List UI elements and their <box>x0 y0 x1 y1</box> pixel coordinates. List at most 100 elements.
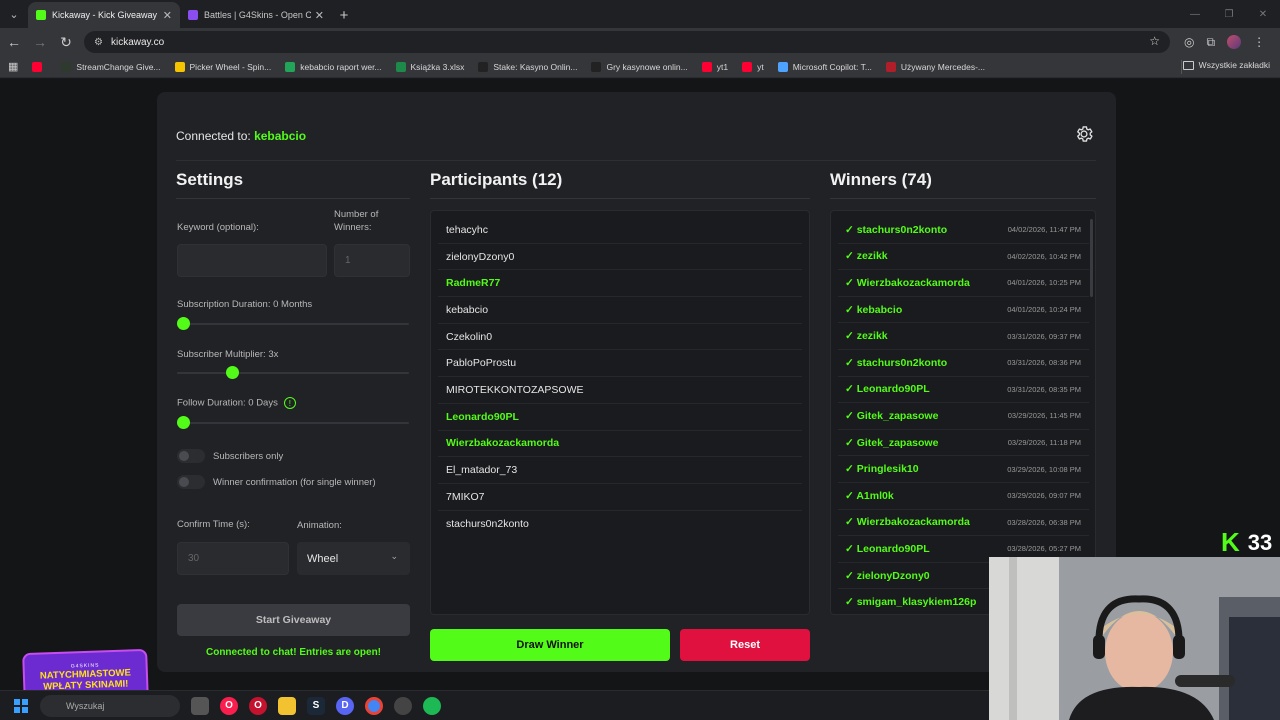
participant-row: Czekolin0 <box>438 324 802 351</box>
winner-row: ✓ zezikk 04/02/2026, 10:42 PM <box>838 244 1089 271</box>
bookmark-star-icon[interactable]: ☆ <box>1149 34 1160 48</box>
reset-button[interactable]: Reset <box>680 629 810 661</box>
winner-date: 03/28/2026, 06:38 PM <box>1007 517 1081 527</box>
bookmark-item[interactable]: StreamChange Give... <box>61 61 161 72</box>
taskbar-search[interactable]: Wyszukaj <box>40 694 180 717</box>
bookmark-item[interactable] <box>32 61 47 72</box>
subscribers-only-toggle[interactable] <box>177 449 205 463</box>
slider-thumb[interactable] <box>226 366 239 379</box>
participant-row: zielonyDzony0 <box>438 244 802 271</box>
chrome-icon[interactable] <box>365 696 383 715</box>
bookmark-label: StreamChange Give... <box>76 61 161 72</box>
spotify-icon[interactable] <box>423 696 441 715</box>
winner-date: 04/02/2026, 11:47 PM <box>1007 225 1081 235</box>
extensions-puzzle-icon[interactable]: ⧉ <box>1206 35 1215 50</box>
bookmark-favicon-icon <box>174 61 185 72</box>
bookmark-item[interactable]: Gry kasynowe onlin... <box>591 61 688 72</box>
participant-row: El_matador_73 <box>438 457 802 484</box>
opera-icon[interactable]: O <box>249 696 267 715</box>
tab-g4skins[interactable]: Battles | G4Skins - Open CS:GO ✕ <box>180 2 332 28</box>
winner-row: ✓ Leonardo90PL 03/31/2026, 08:35 PM <box>838 377 1089 404</box>
excel-icon <box>395 61 406 72</box>
opera-gx-icon[interactable]: O <box>220 696 238 715</box>
winner-name: ✓ zielonyDzony0 <box>845 569 930 582</box>
participant-row: stachurs0n2konto <box>446 517 529 530</box>
task-view-icon[interactable] <box>191 696 209 715</box>
winners-scrollbar[interactable] <box>1090 219 1093 297</box>
keyword-input[interactable] <box>177 244 327 277</box>
subscription-duration-slider[interactable] <box>177 317 409 330</box>
slider-thumb[interactable] <box>177 317 190 330</box>
number-of-winners-input[interactable]: 1 <box>334 244 410 277</box>
tab-title: Kickaway - Kick Giveaway Tool <box>52 10 159 20</box>
discord-icon[interactable]: D <box>336 696 354 715</box>
giveaway-card: Connected to: kebabcio Settings Keyword … <box>157 92 1116 672</box>
minimize-icon[interactable]: — <box>1178 0 1212 28</box>
forward-icon[interactable]: → <box>28 30 52 54</box>
webcam-feed <box>989 557 1280 720</box>
browser-menu-icon[interactable]: ⋮ <box>1253 35 1265 49</box>
tab-close-icon[interactable]: ✕ <box>315 9 324 22</box>
bookmark-favicon-icon <box>885 61 896 72</box>
draw-winner-button[interactable]: Draw Winner <box>430 629 670 661</box>
file-explorer-icon[interactable] <box>278 696 296 715</box>
winner-date: 03/29/2026, 10:08 PM <box>1007 464 1081 474</box>
bookmark-item[interactable]: yt <box>742 61 764 72</box>
maximize-icon[interactable]: ❐ <box>1212 0 1246 28</box>
winner-row: ✓ Wierzbakozackamorda 03/28/2026, 06:38 P… <box>838 510 1089 537</box>
number-of-winners-label: Number of Winners: <box>334 209 379 233</box>
viewer-count: 33 <box>1247 529 1273 555</box>
follow-duration-slider[interactable] <box>177 416 409 429</box>
bookmark-item[interactable]: yt1 <box>701 61 728 72</box>
reload-icon[interactable]: ↻ <box>54 30 78 54</box>
window-controls: — ❐ ✕ <box>1178 0 1280 28</box>
tab-search-icon[interactable]: ⌄ <box>0 0 28 28</box>
bookmark-label: Używany Mercedes-... <box>900 61 986 72</box>
winner-name: ✓ Leonardo90PL <box>845 542 930 555</box>
bookmark-item[interactable]: Książka 3.xlsx <box>395 61 464 72</box>
steam-icon[interactable]: S <box>307 696 325 715</box>
all-bookmarks[interactable]: Wszystkie zakładki <box>1182 60 1270 70</box>
bookmark-item[interactable]: Microsoft Copilot: T... <box>777 61 872 72</box>
address-bar[interactable]: ⚙ kickaway.co ☆ <box>84 31 1170 53</box>
winner-date: 03/28/2026, 05:27 PM <box>1007 544 1081 554</box>
profile-avatar[interactable] <box>1227 35 1242 49</box>
follow-duration-text: Follow Duration: 0 Days <box>177 397 278 409</box>
start-giveaway-button[interactable]: Start Giveaway <box>177 604 410 636</box>
participant-row: MIROTEKKONTOZAPSOWE <box>438 377 802 404</box>
new-tab-icon[interactable]: + <box>332 2 356 28</box>
info-icon[interactable]: ! <box>283 397 296 409</box>
slider-thumb[interactable] <box>177 416 190 429</box>
settings-gear-icon[interactable] <box>1074 124 1094 144</box>
bookmark-label: Stake: Kasyno Onlin... <box>493 61 578 72</box>
subscriber-multiplier-label: Subscriber Multiplier: 3x <box>177 349 279 360</box>
subscribers-only-label: Subscribers only <box>213 451 284 462</box>
bookmark-item[interactable]: Stake: Kasyno Onlin... <box>478 61 578 72</box>
tab-close-icon[interactable]: ✕ <box>163 9 172 22</box>
animation-select[interactable]: Wheel ⌄ <box>297 542 410 575</box>
chevron-down-icon: ⌄ <box>390 551 398 561</box>
windows-start-icon[interactable] <box>14 698 28 713</box>
participant-row: kebabcio <box>438 297 802 324</box>
kickaway-favicon-icon <box>36 10 46 20</box>
winner-name: ✓ stachurs0n2konto <box>845 223 948 236</box>
participants-divider <box>430 198 810 199</box>
winner-date: 03/29/2026, 09:07 PM <box>1007 491 1081 501</box>
winner-confirmation-toggle[interactable] <box>177 475 205 489</box>
confirm-time-input[interactable]: 30 <box>177 542 289 575</box>
stake-icon <box>478 61 489 72</box>
subscriber-multiplier-slider[interactable] <box>177 366 409 379</box>
site-info-icon[interactable]: ⚙ <box>94 37 103 48</box>
winner-date: 03/31/2026, 09:37 PM <box>1007 331 1081 341</box>
bookmark-item[interactable]: Używany Mercedes-... <box>885 61 986 72</box>
app-icon[interactable] <box>394 696 412 715</box>
bookmark-item[interactable]: kebabcio raport wer... <box>285 61 382 72</box>
bookmark-item[interactable]: Picker Wheel - Spin... <box>174 61 271 72</box>
bookmark-label: Microsoft Copilot: T... <box>792 61 872 72</box>
subscription-duration-label: Subscription Duration: 0 Months <box>177 299 313 310</box>
tab-kickaway[interactable]: Kickaway - Kick Giveaway Tool ✕ <box>28 2 180 28</box>
close-window-icon[interactable]: ✕ <box>1246 0 1280 28</box>
apps-grid-icon[interactable]: ▦ <box>8 60 18 73</box>
back-icon[interactable]: ← <box>2 30 26 54</box>
extension-icon[interactable]: ◎ <box>1184 35 1194 49</box>
